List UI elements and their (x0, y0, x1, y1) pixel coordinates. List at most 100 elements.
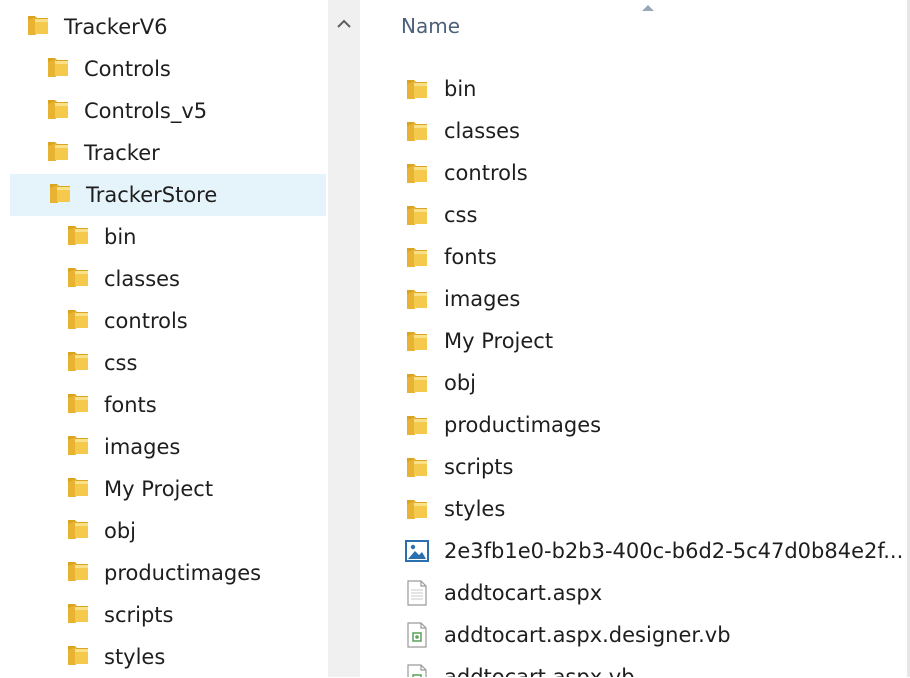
file-list-item[interactable]: addtocart.aspx.designer.vb (404, 614, 731, 656)
tree-item-label: bin (104, 225, 137, 249)
file-list-pane: Name bin classes controls css fonts images My … (360, 0, 910, 677)
file-list-item[interactable]: images (404, 278, 520, 320)
chevron-up-icon (337, 19, 351, 28)
folder-icon (66, 433, 90, 462)
folder-icon (404, 75, 430, 103)
tree-item[interactable]: css (66, 342, 137, 384)
folder-icon (66, 223, 90, 252)
folder-icon (404, 327, 430, 355)
tree-item-label: TrackerStore (86, 183, 218, 207)
tree-item[interactable]: TrackerStore (10, 174, 326, 216)
file-name: styles (444, 497, 506, 521)
file-list-item[interactable]: productimages (404, 404, 601, 446)
file-list-item[interactable]: 2e3fb1e0-b2b3-400c-b6d2-5c47d0b84e2f... (404, 530, 903, 572)
file-list-item[interactable]: addtocart.aspx (404, 572, 602, 614)
folder-icon (66, 559, 90, 588)
tree-item-label: css (104, 351, 138, 375)
folder-icon (404, 369, 430, 397)
folder-icon (46, 139, 70, 168)
file-name: My Project (444, 329, 554, 353)
folder-icon (404, 453, 430, 481)
tree-item-label: scripts (104, 603, 174, 627)
file-list-item[interactable]: fonts (404, 236, 497, 278)
scroll-up-button[interactable] (328, 4, 360, 44)
tree-item-label: classes (104, 267, 180, 291)
folder-icon (404, 243, 430, 271)
tree-item[interactable]: My Project (66, 468, 213, 510)
sort-ascending-icon (642, 5, 654, 11)
folder-icon (404, 117, 430, 145)
folder-icon (48, 181, 72, 210)
tree-item[interactable]: bin (66, 216, 136, 258)
folder-icon (66, 307, 90, 336)
tree-item-label: Controls (84, 57, 171, 81)
vb-file-icon (404, 663, 430, 677)
file-list-item[interactable]: styles (404, 488, 505, 530)
folder-icon (26, 13, 50, 42)
file-name: addtocart.aspx (444, 581, 603, 605)
tree-item-label: Controls_v5 (84, 99, 208, 123)
file-name: controls (444, 161, 528, 185)
tree-item[interactable]: scripts (66, 594, 173, 636)
image-file-icon (404, 537, 430, 565)
document-icon (404, 579, 430, 607)
tree-item-label: images (104, 435, 181, 459)
tree-item[interactable]: fonts (66, 384, 157, 426)
tree-item[interactable]: productimages (66, 552, 261, 594)
file-name: bin (444, 77, 477, 101)
file-name: 2e3fb1e0-b2b3-400c-b6d2-5c47d0b84e2f... (444, 539, 904, 563)
tree-item[interactable]: images (66, 426, 180, 468)
file-list-item[interactable]: css (404, 194, 477, 236)
file-list-item[interactable]: obj (404, 362, 476, 404)
file-name: images (444, 287, 521, 311)
file-list-item[interactable]: addtocart.aspx.vb (404, 656, 635, 677)
folder-icon (46, 97, 70, 126)
folder-icon (46, 55, 70, 84)
file-list-item[interactable]: controls (404, 152, 528, 194)
tree-item-label: productimages (104, 561, 262, 585)
folder-icon (404, 495, 430, 523)
tree-item[interactable]: controls (66, 300, 188, 342)
vb-file-icon (404, 621, 430, 649)
tree-item-label: Tracker (84, 141, 160, 165)
folder-icon (66, 391, 90, 420)
folder-icon (66, 349, 90, 378)
file-name: productimages (444, 413, 602, 437)
file-name: fonts (444, 245, 497, 269)
folder-icon (66, 517, 90, 546)
file-name: classes (444, 119, 520, 143)
tree-item[interactable]: classes (66, 258, 180, 300)
tree-item[interactable]: Tracker (46, 132, 160, 174)
tree-item-label: My Project (104, 477, 214, 501)
file-name: addtocart.aspx.vb (444, 665, 635, 677)
tree-item-label: styles (104, 645, 166, 669)
folder-icon (404, 411, 430, 439)
nav-scrollbar[interactable] (328, 0, 360, 677)
tree-item[interactable]: obj (66, 510, 136, 552)
folder-icon (66, 643, 90, 672)
folder-icon (66, 601, 90, 630)
file-list-item[interactable]: scripts (404, 446, 513, 488)
tree-item[interactable]: Controls (46, 48, 171, 90)
tree-item-label: fonts (104, 393, 157, 417)
name-column-header[interactable]: Name (401, 14, 460, 38)
folder-icon (66, 265, 90, 294)
file-name: scripts (444, 455, 514, 479)
tree-item-label: TrackerV6 (64, 15, 168, 39)
tree-item[interactable]: Controls_v5 (46, 90, 207, 132)
folder-icon (404, 285, 430, 313)
folder-icon (404, 159, 430, 187)
tree-item[interactable]: styles (66, 636, 165, 678)
navigation-pane: TrackerV6 Controls Controls_v5 Tracker Trac… (0, 0, 328, 677)
tree-item-label: controls (104, 309, 188, 333)
file-name: addtocart.aspx.designer.vb (444, 623, 731, 647)
folder-icon (66, 475, 90, 504)
tree-item-root[interactable]: TrackerV6 (26, 6, 167, 48)
file-list-item[interactable]: My Project (404, 320, 553, 362)
folder-icon (404, 201, 430, 229)
file-name: obj (444, 371, 477, 395)
file-list-item[interactable]: bin (404, 68, 476, 110)
file-name: css (444, 203, 478, 227)
tree-item-label: obj (104, 519, 137, 543)
file-list-item[interactable]: classes (404, 110, 520, 152)
